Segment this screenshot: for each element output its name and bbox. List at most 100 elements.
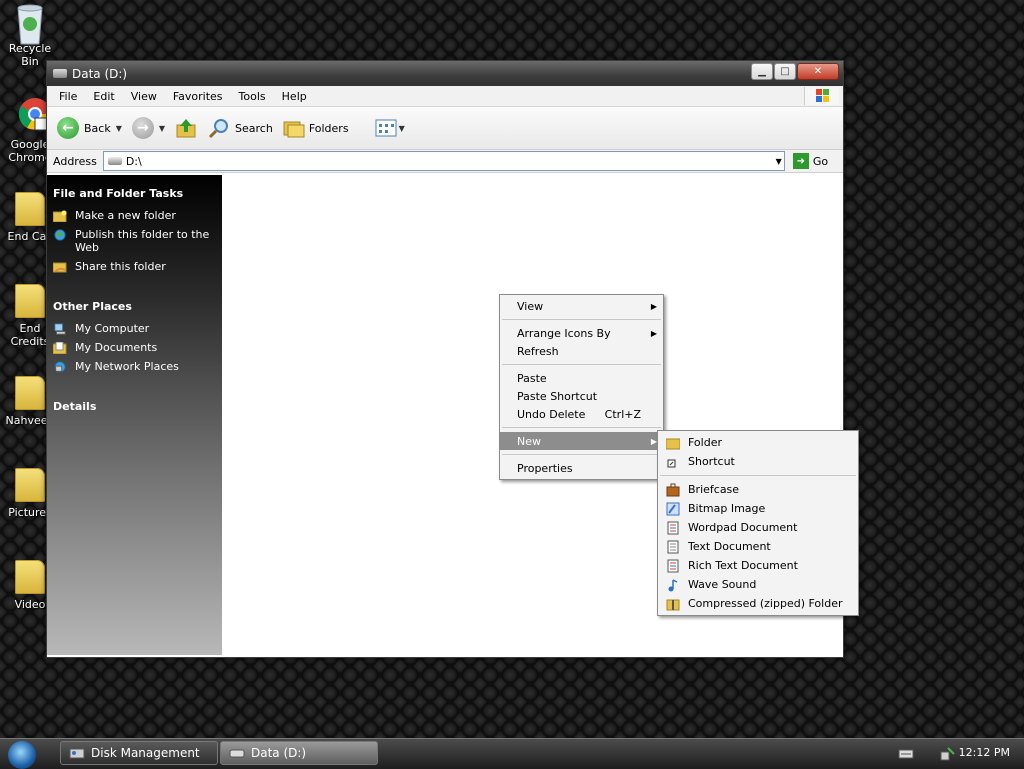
folders-label: Folders	[308, 121, 349, 135]
menu-item-label: Properties	[517, 461, 573, 475]
submenu-item-text-document[interactable]: Text Document	[658, 537, 858, 556]
menu-item-arrange-icons-by[interactable]: Arrange Icons By ▶	[500, 324, 663, 342]
place-label: My Network Places	[75, 360, 179, 373]
start-button[interactable]	[8, 741, 36, 769]
submenu-item-briefcase[interactable]: Briefcase	[658, 480, 858, 499]
documents-icon	[53, 342, 67, 354]
folder-up-icon	[176, 119, 196, 138]
submenu-item-label: Rich Text Document	[688, 559, 798, 572]
menu-item-undo-delete[interactable]: Undo Delete Ctrl+Z	[500, 405, 663, 423]
folders-button[interactable]: Folders	[283, 118, 349, 138]
details-heading[interactable]: Details	[53, 400, 222, 413]
submenu-item-compressed-folder[interactable]: Compressed (zipped) Folder	[658, 594, 858, 613]
address-value: D:\	[125, 154, 142, 168]
chevron-down-icon[interactable]: ▼	[116, 124, 122, 133]
views-button[interactable]: ▼	[375, 119, 405, 137]
chevron-down-icon[interactable]: ▼	[776, 157, 782, 166]
menu-item-refresh[interactable]: Refresh	[500, 342, 663, 360]
submenu-item-wordpad-document[interactable]: Wordpad Document	[658, 518, 858, 537]
place-my-documents[interactable]: My Documents	[47, 338, 222, 357]
place-label: My Documents	[75, 341, 158, 354]
menu-item-label: Refresh	[517, 344, 559, 358]
menu-item-paste-shortcut[interactable]: Paste Shortcut	[500, 387, 663, 405]
menu-item-new[interactable]: New ▶	[500, 432, 663, 450]
address-label: Address	[53, 154, 97, 168]
menu-edit[interactable]: Edit	[85, 90, 122, 103]
file-folder-tasks-heading[interactable]: File and Folder Tasks	[53, 187, 222, 200]
up-button[interactable]	[175, 117, 197, 139]
search-icon	[208, 119, 229, 139]
task-label: Publish this folder to the Web	[75, 228, 210, 254]
submenu-item-label: Briefcase	[688, 483, 740, 496]
close-button[interactable]: ✕	[797, 63, 839, 80]
globe-icon	[54, 229, 66, 241]
taskbar-item-disk-management[interactable]: Disk Management	[60, 741, 218, 765]
taskbar-item-data-d[interactable]: Data (D:)	[220, 741, 378, 765]
menu-favorites[interactable]: Favorites	[165, 90, 231, 103]
submenu-item-label: Bitmap Image	[688, 502, 766, 515]
taskbar-item-label: Data (D:)	[251, 746, 307, 760]
computer-icon	[54, 323, 66, 335]
menu-item-label: Paste	[517, 371, 547, 385]
task-make-new-folder[interactable]: Make a new folder	[47, 206, 222, 225]
menu-help[interactable]: Help	[274, 90, 315, 103]
title-bar[interactable]: Data (D:) ▁ □ ✕	[47, 61, 843, 86]
folders-icon	[283, 121, 305, 138]
folder-icon	[15, 468, 45, 502]
menu-item-label: New	[517, 434, 541, 448]
menu-item-paste[interactable]: Paste	[500, 369, 663, 387]
back-button[interactable]: ← Back ▼	[57, 117, 122, 139]
menu-item-label: View	[517, 299, 544, 313]
submenu-item-bitmap-image[interactable]: Bitmap Image	[658, 499, 858, 518]
clock[interactable]: 12:12 PM	[959, 746, 1010, 759]
go-button[interactable]: ➜ Go	[792, 153, 828, 169]
new-folder-icon	[53, 210, 67, 222]
submenu-item-rich-text-document[interactable]: Rich Text Document	[658, 556, 858, 575]
address-input[interactable]: D:\ ▼	[102, 151, 785, 171]
drive-icon	[53, 69, 67, 78]
submenu-item-shortcut[interactable]: Shortcut	[658, 452, 858, 471]
menu-separator	[502, 427, 661, 428]
task-share-folder[interactable]: Share this folder	[47, 257, 222, 276]
recycle-bin-icon	[13, 2, 47, 45]
desktop-icon-recycle-bin[interactable]: Recycle Bin	[0, 2, 60, 68]
chevron-down-icon: ▼	[398, 123, 405, 133]
menu-item-label: Undo Delete	[517, 407, 586, 421]
menu-tools[interactable]: Tools	[231, 90, 274, 103]
menu-file[interactable]: File	[51, 90, 85, 103]
toolbar: ← Back ▼ → ▼ Search Folders ▼	[47, 107, 843, 150]
folder-icon	[666, 438, 680, 449]
submenu-item-folder[interactable]: Folder	[658, 433, 858, 452]
chevron-down-icon[interactable]: ▼	[159, 124, 165, 133]
task-publish-web[interactable]: Publish this folder to the Web	[47, 225, 222, 257]
place-my-computer[interactable]: My Computer	[47, 319, 222, 338]
chevron-right-icon: ▶	[650, 301, 657, 311]
forward-button[interactable]: → ▼	[131, 117, 165, 139]
folder-icon	[15, 284, 45, 318]
minimize-button[interactable]: ▁	[751, 63, 773, 80]
share-folder-icon	[53, 262, 67, 273]
other-places-heading[interactable]: Other Places	[53, 300, 222, 313]
menu-view[interactable]: View	[123, 90, 165, 103]
menu-item-properties[interactable]: Properties	[500, 459, 663, 477]
windows-logo-icon	[804, 87, 839, 105]
chrome-icon	[13, 96, 51, 136]
taskbar: Disk Management Data (D:) 12:12 PM	[0, 738, 1024, 769]
text-document-icon	[667, 540, 679, 553]
maximize-button[interactable]: □	[774, 63, 796, 80]
place-my-network-places[interactable]: My Network Places	[47, 357, 222, 376]
task-label: Make a new folder	[75, 209, 176, 222]
task-pane: File and Folder Tasks Make a new folder …	[47, 175, 222, 655]
place-label: My Computer	[75, 322, 150, 335]
submenu-item-wave-sound[interactable]: Wave Sound	[658, 575, 858, 594]
menu-item-view[interactable]: View ▶	[500, 297, 663, 315]
views-icon	[375, 119, 397, 137]
keyboard-shortcut: Ctrl+Z	[604, 407, 641, 421]
submenu-item-label: Text Document	[688, 540, 771, 553]
search-button[interactable]: Search	[207, 117, 273, 139]
keyboard-icon[interactable]	[898, 748, 914, 760]
network-tray-icon[interactable]	[940, 746, 956, 762]
menu-separator	[502, 364, 661, 365]
music-note-icon	[668, 578, 678, 591]
submenu-item-label: Wave Sound	[688, 578, 757, 591]
